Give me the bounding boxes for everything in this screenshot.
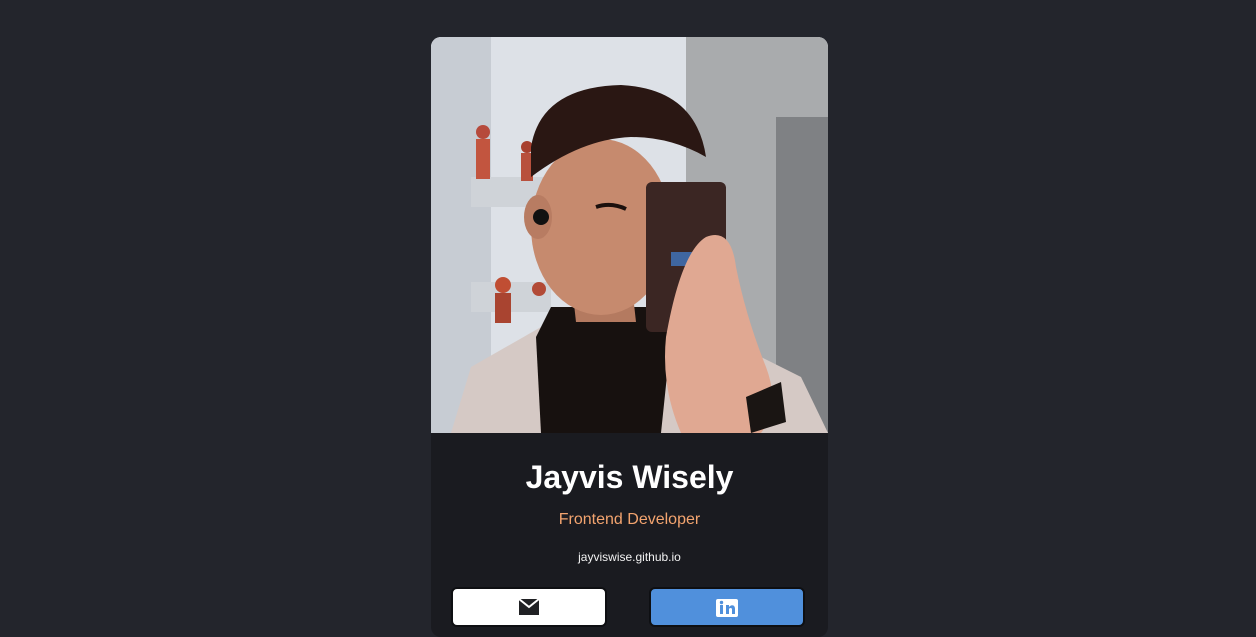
email-button[interactable] [451, 587, 607, 627]
linkedin-icon [716, 599, 738, 622]
profile-photo [431, 37, 828, 433]
profile-name: Jayvis Wisely [525, 459, 734, 495]
profile-role: Frontend Developer [558, 511, 701, 528]
contact-buttons [451, 587, 808, 637]
linkedin-button[interactable] [649, 587, 805, 627]
mail-icon [518, 598, 540, 620]
profile-card: Jayvis Wisely Frontend Developer jayvisw… [431, 37, 828, 637]
profile-website[interactable]: jayviswise.github.io [431, 550, 828, 564]
